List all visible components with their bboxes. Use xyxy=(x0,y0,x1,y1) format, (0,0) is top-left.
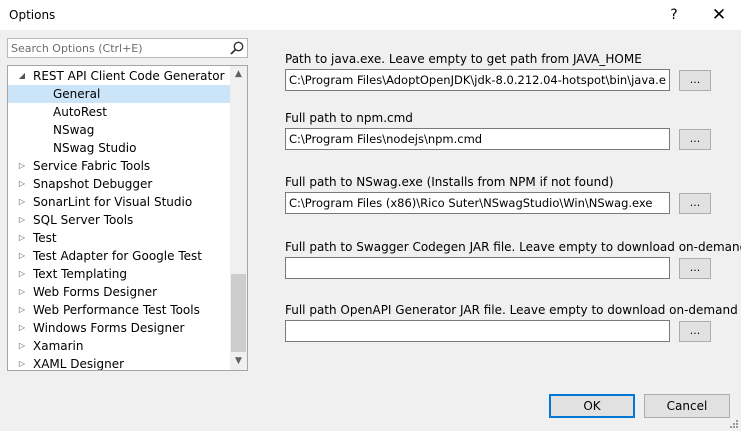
tree-item[interactable]: ▷ SonarLint for Visual Studio xyxy=(8,193,230,211)
setting-path-input[interactable] xyxy=(285,192,670,214)
setting-label: Full path to NSwag.exe (Installs from NP… xyxy=(285,175,614,189)
search-input[interactable] xyxy=(11,40,221,56)
tree-item-label: Web Performance Test Tools xyxy=(33,303,200,317)
tree-item-label: Test xyxy=(33,231,57,245)
browse-button[interactable]: ... xyxy=(679,193,711,214)
tree-item-label: Web Forms Designer xyxy=(33,285,158,299)
tree-item-label: Snapshot Debugger xyxy=(33,177,153,191)
expand-arrow-icon[interactable]: ▷ xyxy=(17,283,27,301)
tree-item[interactable]: ▷ Test xyxy=(8,229,230,247)
search-box[interactable] xyxy=(7,38,248,58)
expand-arrow-icon[interactable]: ▷ xyxy=(17,319,27,337)
scroll-thumb[interactable] xyxy=(231,274,246,352)
expand-arrow-icon[interactable]: ▷ xyxy=(17,229,27,247)
tree-item[interactable]: NSwag xyxy=(8,121,230,139)
tree-scrollbar[interactable]: ▲ ▼ xyxy=(230,66,247,370)
tree-item-label: NSwag xyxy=(53,123,95,137)
setting-path-input[interactable] xyxy=(285,320,670,342)
browse-button[interactable]: ... xyxy=(679,321,711,342)
expand-arrow-icon[interactable]: ▷ xyxy=(17,355,27,370)
tree-item[interactable]: ▷ Text Templating xyxy=(8,265,230,283)
setting-path-input[interactable] xyxy=(285,69,670,91)
tree-item[interactable]: ◢ REST API Client Code Generator xyxy=(8,67,230,85)
expand-arrow-icon[interactable]: ▷ xyxy=(17,337,27,355)
tree-item[interactable]: ▷ Test Adapter for Google Test xyxy=(8,247,230,265)
tree-item-label: General xyxy=(53,87,101,101)
expand-arrow-icon[interactable]: ▷ xyxy=(17,193,27,211)
browse-button[interactable]: ... xyxy=(679,129,711,150)
tree-item-label: SQL Server Tools xyxy=(33,213,134,227)
expand-arrow-icon[interactable]: ▷ xyxy=(17,175,27,193)
tree-item[interactable]: ▷ SQL Server Tools xyxy=(8,211,230,229)
search-icon[interactable] xyxy=(229,40,245,56)
expand-arrow-icon[interactable]: ▷ xyxy=(17,211,27,229)
scroll-down-icon[interactable]: ▼ xyxy=(230,353,247,370)
tree-item-label: SonarLint for Visual Studio xyxy=(33,195,193,209)
tree-item[interactable]: ▷ Xamarin xyxy=(8,337,230,355)
collapse-arrow-icon[interactable]: ◢ xyxy=(17,67,27,85)
scroll-up-icon[interactable]: ▲ xyxy=(230,66,247,83)
tree-item-label: Text Templating xyxy=(33,267,128,281)
expand-arrow-icon[interactable]: ▷ xyxy=(17,265,27,283)
tree-item[interactable]: ▷ Windows Forms Designer xyxy=(8,319,230,337)
tree-item-label: Test Adapter for Google Test xyxy=(33,249,202,263)
tree-item[interactable]: ▷ Service Fabric Tools xyxy=(8,157,230,175)
tree-item-label: Xamarin xyxy=(33,339,84,353)
expand-arrow-icon[interactable]: ▷ xyxy=(17,247,27,265)
tree-item[interactable]: NSwag Studio xyxy=(8,139,230,157)
tree-item[interactable]: General xyxy=(8,85,230,103)
tree-item-label: NSwag Studio xyxy=(53,141,137,155)
tree-item-label: REST API Client Code Generator xyxy=(33,69,225,83)
title-bar: Options ? ✕ xyxy=(0,0,741,30)
browse-button[interactable]: ... xyxy=(679,258,711,279)
ok-button[interactable]: OK xyxy=(549,394,635,418)
expand-arrow-icon[interactable]: ▷ xyxy=(17,157,27,175)
tree-item[interactable]: ▷ Snapshot Debugger xyxy=(8,175,230,193)
tree-item-label: AutoRest xyxy=(53,105,107,119)
tree-item[interactable]: ▷ XAML Designer xyxy=(8,355,230,371)
close-button[interactable]: ✕ xyxy=(706,3,732,27)
options-tree[interactable]: ◢ REST API Client Code Generator General Au… xyxy=(7,65,248,371)
setting-path-input[interactable] xyxy=(285,257,670,279)
cancel-button[interactable]: Cancel xyxy=(644,394,730,418)
setting-path-input[interactable] xyxy=(285,128,670,150)
tree-item[interactable]: ▷ Web Forms Designer xyxy=(8,283,230,301)
tree-item-label: Service Fabric Tools xyxy=(33,159,151,173)
browse-button[interactable]: ... xyxy=(679,70,711,91)
setting-label: Full path OpenAPI Generator JAR file. Le… xyxy=(285,303,738,317)
tree-item-label: Windows Forms Designer xyxy=(33,321,185,335)
tree-item-label: XAML Designer xyxy=(33,357,125,371)
window-title: Options xyxy=(9,8,56,22)
tree-item[interactable]: AutoRest xyxy=(8,103,230,121)
setting-label: Path to java.exe. Leave empty to get pat… xyxy=(285,52,642,66)
expand-arrow-icon[interactable]: ▷ xyxy=(17,301,27,319)
help-button[interactable]: ? xyxy=(664,5,684,25)
tree-item[interactable]: ▷ Web Performance Test Tools xyxy=(8,301,230,319)
setting-label: Full path to Swagger Codegen JAR file. L… xyxy=(285,240,741,254)
setting-label: Full path to npm.cmd xyxy=(285,111,413,125)
resize-grip-icon[interactable] xyxy=(729,419,739,429)
